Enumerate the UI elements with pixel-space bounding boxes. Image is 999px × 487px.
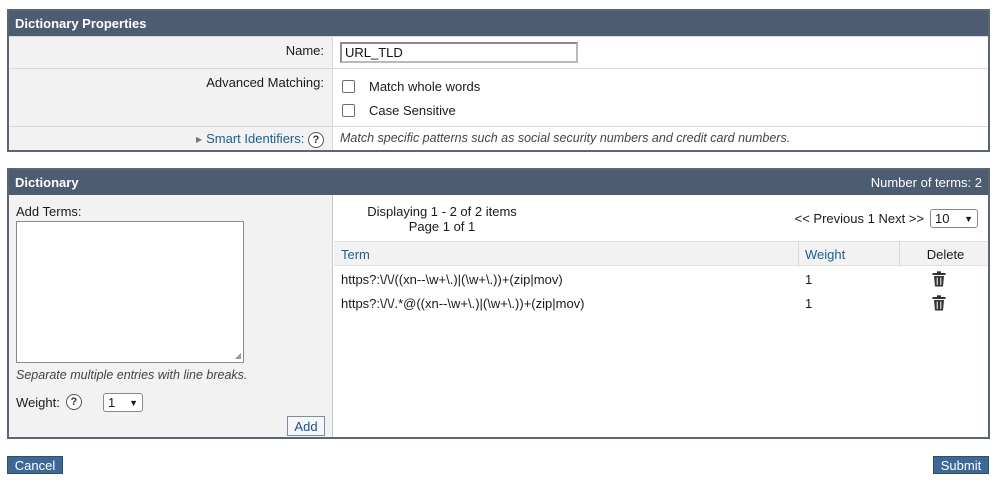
display-range: Displaying 1 - 2 of 2 items <box>367 204 517 219</box>
chevron-down-icon: ▼ <box>964 213 973 224</box>
weight-label: Weight: <box>16 394 60 410</box>
match-whole-words-option[interactable]: Match whole words <box>342 79 480 94</box>
case-sensitive-option[interactable]: Case Sensitive <box>342 103 456 118</box>
name-row: Name: <box>9 36 988 68</box>
help-icon[interactable]: ? <box>65 394 82 410</box>
dictionary-properties-panel: Dictionary Properties Name: Advanced Mat… <box>7 9 990 152</box>
smart-identifiers-label-cell: ▶ Smart Identifiers: ? <box>9 127 333 150</box>
properties-header: Dictionary Properties <box>9 11 988 36</box>
match-whole-words-label: Match whole words <box>369 79 481 94</box>
dictionary-title: Dictionary <box>15 175 79 190</box>
table-row: https?:\/\/.*@((xn--\w+\.)|(\w+\.))+(zip… <box>334 292 988 316</box>
trash-icon[interactable] <box>932 295 946 319</box>
cancel-button[interactable]: Cancel <box>7 456 63 474</box>
smart-identifiers-row: ▶ Smart Identifiers: ? Match specific pat… <box>9 126 988 150</box>
term-cell: https?:\/\/((xn--\w+\.)|(\w+\.))+(zip|mo… <box>341 272 563 287</box>
term-cell: https?:\/\/.*@((xn--\w+\.)|(\w+\.))+(zip… <box>341 296 585 311</box>
weight-select[interactable]: 1 ▼ <box>103 393 143 412</box>
add-button[interactable]: Add <box>287 416 325 436</box>
page-size-value: 10 <box>935 211 950 226</box>
smart-identifiers-link[interactable]: Smart Identifiers: <box>206 131 304 146</box>
chevron-down-icon: ▼ <box>129 397 138 408</box>
advanced-matching-row: Advanced Matching: Match whole words Cas… <box>9 68 988 126</box>
resize-grip-icon[interactable]: ◢ <box>235 351 241 360</box>
column-term[interactable]: Term <box>341 242 370 267</box>
line-breaks-note: Separate multiple entries with line brea… <box>16 368 248 382</box>
weight-label-group: Weight: ? <box>16 394 82 410</box>
column-delete: Delete <box>899 242 991 267</box>
name-input[interactable] <box>340 42 578 63</box>
pager-nav[interactable]: << Previous 1 Next >> <box>795 211 924 226</box>
column-weight[interactable]: Weight <box>798 242 898 267</box>
name-label: Name: <box>9 37 333 68</box>
table-header: Term Weight Delete <box>334 241 991 267</box>
add-terms-label: Add Terms: <box>16 204 82 219</box>
dictionary-panel: Dictionary Number of terms: 2 Add Terms:… <box>7 168 990 439</box>
advanced-matching-label: Advanced Matching: <box>9 69 333 126</box>
terms-count: Number of terms: 2 <box>870 175 982 190</box>
weight-select-value: 1 <box>108 395 116 410</box>
help-icon[interactable]: ? <box>308 131 324 148</box>
weight-cell: 1 <box>805 296 813 311</box>
dictionary-header: Dictionary Number of terms: 2 <box>9 170 988 195</box>
add-terms-section: Add Terms: ◢ Separate multiple entries w… <box>9 195 333 437</box>
submit-button[interactable]: Submit <box>933 456 989 474</box>
match-whole-words-checkbox[interactable] <box>342 80 355 93</box>
page-indicator: Page 1 of 1 <box>408 219 476 234</box>
triangle-right-icon[interactable]: ▶ <box>196 135 202 144</box>
add-terms-textarea[interactable]: ◢ <box>16 221 244 363</box>
properties-title: Dictionary Properties <box>15 16 147 31</box>
weight-cell: 1 <box>805 272 813 287</box>
terms-list-section: Displaying 1 - 2 of 2 items Page 1 of 1 … <box>334 195 988 437</box>
table-row: https?:\/\/((xn--\w+\.)|(\w+\.))+(zip|mo… <box>334 268 988 292</box>
page-size-select[interactable]: 10 ▼ <box>930 209 978 228</box>
smart-identifiers-note: Match specific patterns such as social s… <box>340 131 791 145</box>
pagination-info: Displaying 1 - 2 of 2 items Page 1 of 1 <box>342 204 542 234</box>
case-sensitive-label: Case Sensitive <box>369 103 456 118</box>
pager: << Previous 1 Next >> 10 ▼ <box>795 209 978 228</box>
case-sensitive-checkbox[interactable] <box>342 104 355 117</box>
